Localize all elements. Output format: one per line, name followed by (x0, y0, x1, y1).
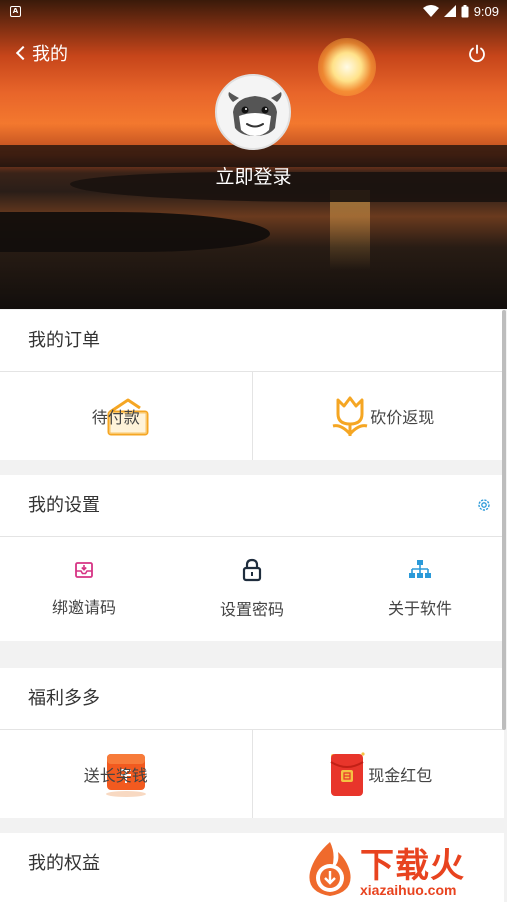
notification-icon: A (10, 5, 21, 17)
login-button[interactable]: 立即登录 (0, 162, 507, 189)
sunset-sun (318, 38, 376, 96)
red-envelope-icon (329, 752, 365, 796)
flame-logo-icon (309, 842, 351, 896)
pending-payment-button[interactable]: 待付款 (0, 372, 252, 460)
signal-icon (443, 5, 456, 17)
bonus-cash-label: 送长奖钱 (83, 766, 148, 785)
back-button[interactable]: 我的 (15, 40, 68, 66)
pending-payment-label: 待付款 (91, 408, 140, 427)
hierarchy-icon (409, 560, 431, 578)
status-bar: A 9:09 (0, 0, 507, 22)
profile-header: 我的 立即登录 (0, 0, 507, 309)
gear-icon[interactable] (476, 497, 492, 513)
lock-icon (242, 558, 262, 582)
cash-red-envelope-label: 现金红包 (368, 766, 433, 785)
status-time: 9:09 (473, 3, 499, 19)
welfare-section: 福利多多 送长奖钱 现金红包 (0, 668, 504, 818)
welfare-title: 福利多多 (0, 668, 504, 730)
inbox-icon (75, 562, 93, 578)
chevron-left-icon (15, 45, 31, 61)
power-icon[interactable] (466, 43, 488, 65)
bind-invite-code-label: 绑邀请码 (51, 598, 116, 617)
about-app-button[interactable]: 关于软件 (336, 537, 504, 641)
wifi-icon (422, 5, 439, 17)
bargain-cashback-label: 砍价返现 (370, 408, 435, 427)
scrollbar[interactable] (502, 310, 506, 730)
cow-avatar-icon (228, 92, 282, 136)
watermark: 下载火 xiazaihuo.com (300, 836, 505, 902)
avatar[interactable] (215, 74, 291, 150)
about-app-label: 关于软件 (387, 599, 452, 618)
bargain-cashback-button[interactable]: 砍价返现 (251, 372, 505, 460)
orders-section: 我的订单 待付款 砍价返现 (0, 310, 504, 460)
landmass (0, 212, 270, 252)
bonus-cash-button[interactable]: 送长奖钱 (0, 730, 252, 818)
battery-icon (461, 4, 469, 17)
bind-invite-code-button[interactable]: 绑邀请码 (0, 537, 168, 641)
settings-title-label: 我的设置 (28, 495, 100, 516)
settings-title: 我的设置 (0, 475, 504, 537)
cash-red-envelope-button[interactable]: 现金红包 (251, 730, 505, 818)
watermark-url: xiazaihuo.com (360, 882, 457, 898)
set-password-label: 设置密码 (219, 600, 284, 619)
sun-reflection (330, 190, 370, 270)
settings-section: 我的设置 绑邀请码 设置密码 关于软件 (0, 475, 504, 641)
set-password-button[interactable]: 设置密码 (168, 537, 336, 641)
orders-title: 我的订单 (0, 310, 504, 372)
back-label: 我的 (32, 44, 68, 65)
tulip-icon (332, 396, 367, 437)
watermark-brand: 下载火 (360, 846, 465, 886)
